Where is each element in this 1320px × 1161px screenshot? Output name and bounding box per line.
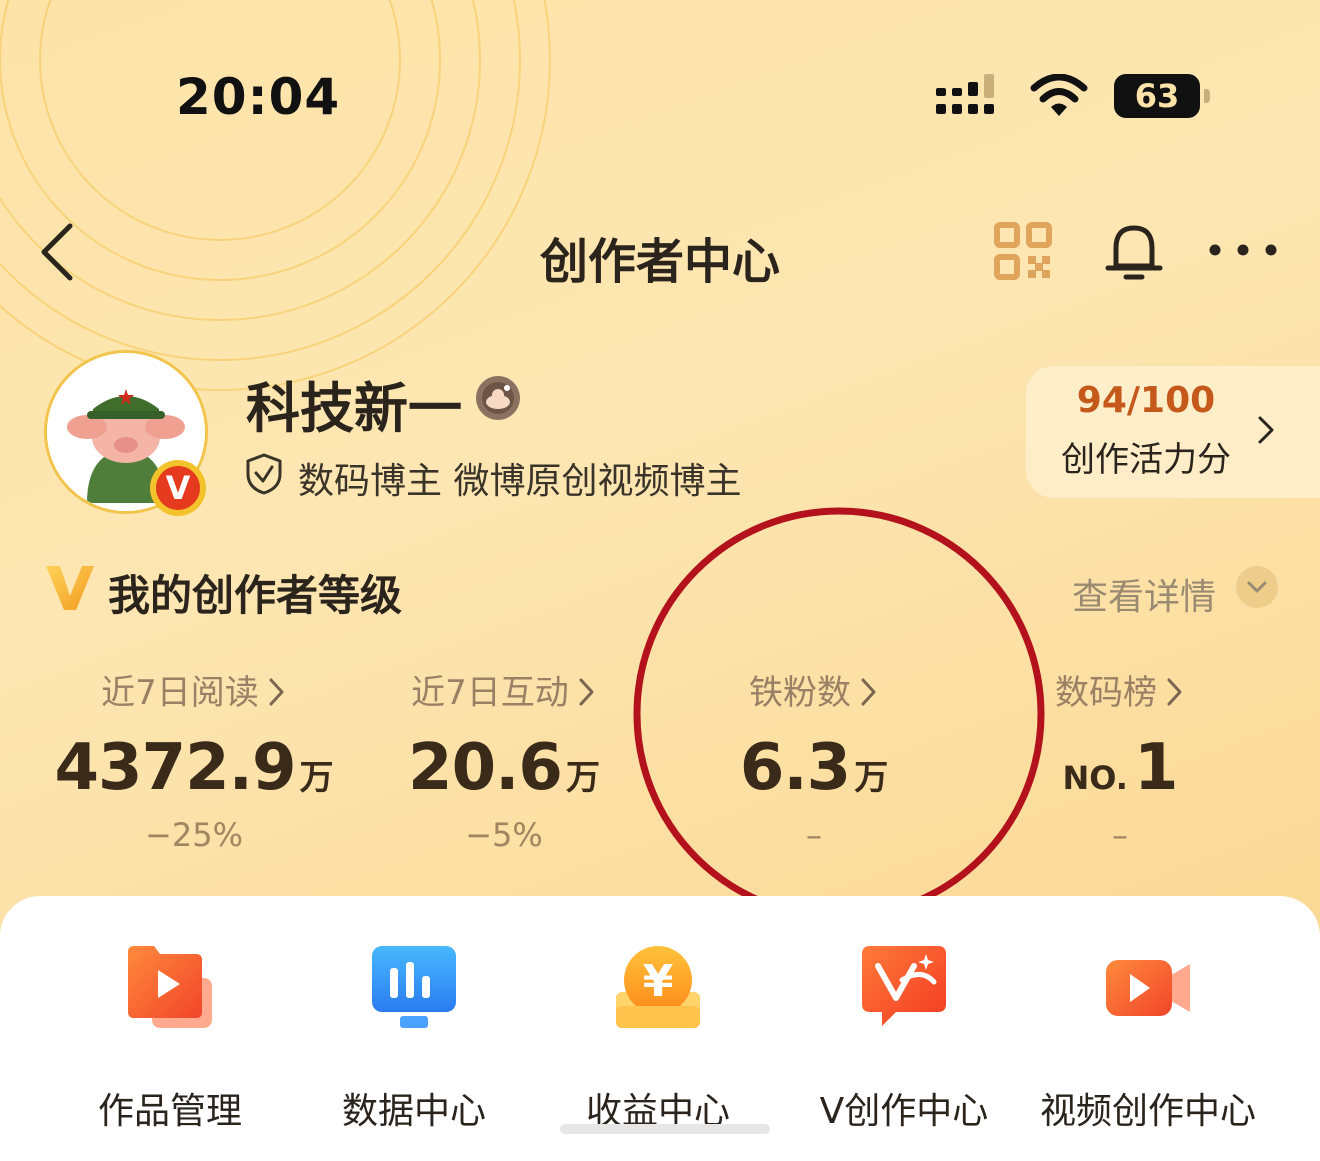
signal-icon bbox=[936, 74, 994, 114]
stat-label: 数码榜 bbox=[1055, 673, 1157, 713]
user-name[interactable]: 科技新一 bbox=[246, 364, 462, 443]
verified-v-letter: V bbox=[156, 466, 200, 510]
qr-code-icon[interactable] bbox=[994, 222, 1052, 280]
verified-v-badge: V bbox=[150, 460, 206, 516]
tool-label: 数据中心 bbox=[341, 1091, 486, 1132]
stat-7day-reads[interactable]: 近7日阅读 4372.9 万 −25% bbox=[44, 670, 344, 854]
stat-7day-interactions[interactable]: 近7日互动 20.6 万 −5% bbox=[354, 670, 654, 854]
more-icon[interactable] bbox=[1206, 232, 1280, 268]
tool-data-center[interactable]: 数据中心 bbox=[292, 940, 536, 1134]
status-time: 20:04 bbox=[176, 68, 341, 126]
earnings-center-icon: ¥ bbox=[616, 946, 700, 1028]
status-icons: 63 bbox=[936, 74, 1210, 118]
chevron-right-icon bbox=[579, 678, 594, 705]
view-details-link[interactable]: 查看详情 bbox=[1072, 568, 1216, 620]
stat-change: – bbox=[1112, 816, 1128, 854]
chevron-right-icon bbox=[269, 678, 284, 705]
level-v-icon bbox=[46, 566, 94, 610]
stat-unit: 万 bbox=[565, 758, 600, 798]
stat-digital-ranking[interactable]: 数码榜 NO.1 – bbox=[970, 670, 1270, 854]
video-creation-icon bbox=[1106, 960, 1190, 1016]
stat-iron-fans[interactable]: 铁粉数 6.3 万 – bbox=[664, 670, 964, 854]
tool-label: 视频创作中心 bbox=[1039, 1091, 1256, 1132]
chevron-down-icon[interactable] bbox=[1236, 566, 1278, 608]
creator-center-screen: 20:04 63 创作者中心 V 科技新一 数码博主 微博原创视频博主 94/1… bbox=[0, 0, 1320, 1161]
stat-prefix: NO. bbox=[1062, 759, 1128, 797]
decorative-arcs bbox=[0, 0, 551, 391]
tool-works-management[interactable]: 作品管理 bbox=[48, 940, 292, 1134]
stat-change: −5% bbox=[465, 816, 543, 854]
verification-text: 数码博主 微博原创视频博主 bbox=[298, 461, 742, 502]
wifi-icon bbox=[1030, 74, 1088, 116]
data-center-icon bbox=[372, 946, 456, 1028]
chevron-right-icon bbox=[1167, 678, 1182, 705]
stat-change: −25% bbox=[145, 816, 243, 854]
stat-value: 6.3 bbox=[739, 731, 851, 805]
creator-medal-icon[interactable] bbox=[474, 374, 522, 422]
stat-label: 近7日互动 bbox=[411, 673, 569, 713]
chevron-right-icon bbox=[861, 678, 876, 705]
stat-label: 铁粉数 bbox=[749, 673, 851, 713]
vitality-score-card[interactable]: 94/100 创作活力分 bbox=[1026, 366, 1320, 498]
battery-icon: 63 bbox=[1114, 74, 1210, 118]
stat-value: 4372.9 bbox=[54, 731, 297, 805]
home-indicator bbox=[560, 1124, 770, 1134]
chevron-right-icon bbox=[1258, 416, 1274, 444]
vitality-label: 创作活力分 bbox=[1061, 440, 1231, 480]
stat-label: 近7日阅读 bbox=[101, 673, 259, 713]
tool-label: 作品管理 bbox=[97, 1091, 242, 1132]
tool-label: V创作中心 bbox=[819, 1091, 989, 1132]
works-management-icon bbox=[128, 946, 212, 1028]
vitality-score: 94/100 bbox=[1076, 380, 1216, 421]
tool-v-creation-center[interactable]: V创作中心 bbox=[782, 940, 1026, 1134]
shield-check-icon bbox=[246, 453, 282, 495]
tool-earnings-center[interactable]: ¥ 收益中心 bbox=[536, 940, 780, 1134]
stat-change: – bbox=[806, 816, 822, 854]
stat-value: 1 bbox=[1133, 731, 1179, 805]
stat-unit: 万 bbox=[854, 758, 889, 798]
tools-panel: 作品管理 数据中心 ¥ 收益中心 V创作中心 视频创作中心 bbox=[0, 896, 1320, 1161]
svg-text:¥: ¥ bbox=[643, 956, 674, 1007]
tool-video-creation-center[interactable]: 视频创作中心 bbox=[1026, 940, 1270, 1134]
bell-icon[interactable] bbox=[1104, 220, 1164, 282]
stat-value: 20.6 bbox=[408, 731, 563, 805]
battery-level: 63 bbox=[1134, 77, 1180, 115]
creator-level-title: 我的创作者等级 bbox=[108, 571, 403, 620]
stat-unit: 万 bbox=[299, 758, 334, 798]
v-creation-icon bbox=[862, 946, 946, 1026]
